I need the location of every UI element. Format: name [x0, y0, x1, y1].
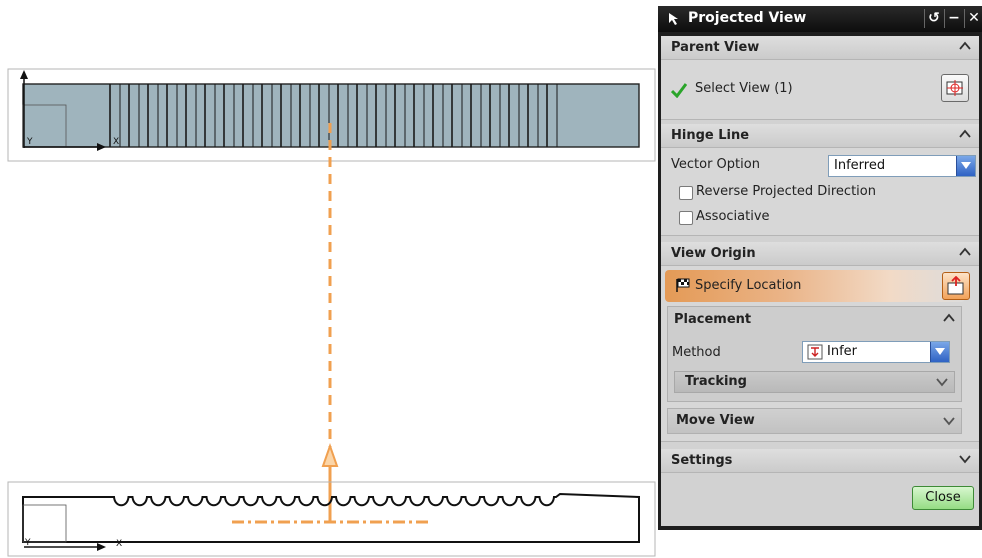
- parent-view-header[interactable]: Parent View: [661, 36, 979, 60]
- green-checkmark-icon: [671, 83, 687, 98]
- placement-header-label: Placement: [674, 312, 752, 327]
- close-icon[interactable]: ✕: [964, 9, 982, 28]
- chevron-down-icon[interactable]: [957, 451, 973, 467]
- arrow-icon: [669, 13, 678, 25]
- chevron-up-icon[interactable]: [957, 244, 973, 260]
- tracking-header-label: Tracking: [685, 374, 747, 389]
- point-dialog-icon: [947, 276, 964, 295]
- projected-view-dialog[interactable]: Projected View ↺ − ✕ Parent View Select …: [658, 6, 982, 530]
- settings-header-label: Settings: [671, 453, 733, 468]
- associative-checkbox[interactable]: [679, 211, 693, 225]
- move-view-header[interactable]: Move View: [667, 408, 962, 434]
- tracking-header[interactable]: Tracking: [674, 371, 955, 393]
- chevron-down-icon[interactable]: [930, 342, 949, 362]
- hinge-line-header-label: Hinge Line: [671, 128, 750, 143]
- associative-label: Associative: [696, 209, 770, 224]
- settings-header[interactable]: Settings: [661, 449, 979, 473]
- dialog-title: Projected View: [688, 10, 807, 26]
- reverse-projected-direction-label: Reverse Projected Direction: [696, 184, 876, 199]
- dialog-body: Parent View Select View (1) Hinge Line V…: [661, 36, 979, 526]
- vector-option-label: Vector Option: [671, 157, 760, 172]
- method-label: Method: [672, 345, 721, 360]
- projection-line: [321, 123, 339, 522]
- select-view-button[interactable]: [941, 74, 969, 102]
- checkered-flag-icon: [676, 278, 690, 292]
- view-origin-group: Specify Location Placement Method Infer …: [661, 266, 979, 442]
- chevron-up-icon[interactable]: [941, 310, 957, 326]
- method-select[interactable]: Infer: [802, 341, 950, 363]
- drawing-canvas[interactable]: Y X Y X: [0, 0, 658, 558]
- chevron-up-icon[interactable]: [957, 38, 973, 54]
- reset-icon[interactable]: ↺: [924, 9, 943, 28]
- select-view-icon: [946, 80, 963, 96]
- placement-subgroup: Placement Method Infer Tracking: [667, 306, 962, 402]
- parent-view-group: Select View (1): [661, 60, 979, 120]
- minimize-icon[interactable]: −: [944, 9, 963, 28]
- top-axis-x-label: X: [113, 137, 119, 147]
- chevron-down-icon[interactable]: [934, 374, 950, 390]
- view-origin-header-label: View Origin: [671, 246, 756, 261]
- parent-view-header-label: Parent View: [671, 40, 760, 55]
- dialog-titlebar[interactable]: Projected View ↺ − ✕: [658, 6, 982, 32]
- bottom-axis-y-label: Y: [24, 538, 31, 548]
- specify-location-label: Specify Location: [695, 278, 802, 293]
- close-button[interactable]: Close: [912, 486, 974, 510]
- select-view-label: Select View (1): [695, 81, 793, 96]
- specify-location-row[interactable]: Specify Location: [661, 270, 979, 302]
- specify-location-button[interactable]: [942, 272, 970, 300]
- vector-option-select[interactable]: Inferred: [828, 155, 976, 177]
- infer-method-icon: [807, 344, 823, 360]
- bottom-view-csys: Y X: [24, 538, 122, 551]
- move-view-header-label: Move View: [676, 413, 755, 428]
- chevron-up-icon[interactable]: [957, 126, 973, 142]
- reverse-projected-direction-checkbox[interactable]: [679, 186, 693, 200]
- view-origin-header[interactable]: View Origin: [661, 242, 979, 266]
- bottom-axis-x-label: X: [116, 539, 122, 549]
- hinge-line-header[interactable]: Hinge Line: [661, 124, 979, 148]
- top-axis-y-label: Y: [26, 137, 33, 147]
- chevron-down-icon[interactable]: [956, 156, 975, 176]
- hinge-line-group: Vector Option Inferred Reverse Projected…: [661, 148, 979, 236]
- method-value: Infer: [827, 344, 857, 359]
- chevron-down-icon[interactable]: [941, 413, 957, 429]
- vector-option-value: Inferred: [834, 158, 886, 173]
